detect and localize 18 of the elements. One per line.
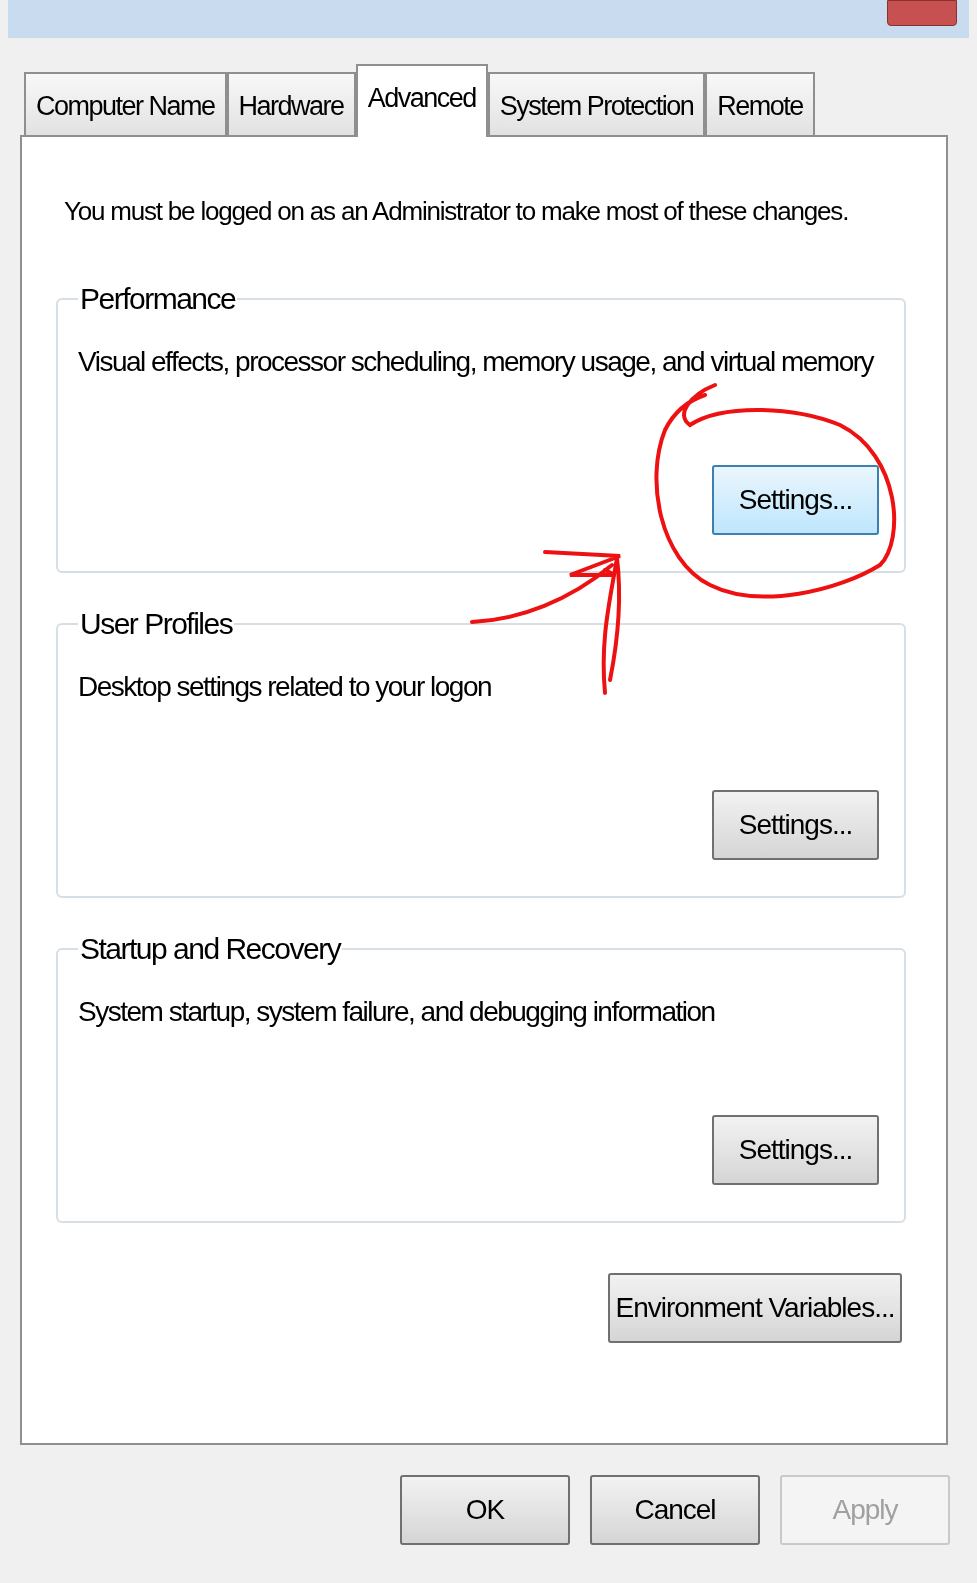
group-description: System startup, system failure, and debugging information	[78, 995, 716, 1029]
tab[interactable]: Remote	[705, 72, 815, 135]
tab[interactable]: Computer Name	[24, 72, 227, 135]
settings-button[interactable]: Settings...	[712, 1115, 879, 1185]
notice-text: You must be logged on as an Administrator to make most of these changes.	[64, 195, 850, 228]
group-title: User Profiles	[79, 606, 234, 642]
tab[interactable]: System Protection	[487, 72, 706, 135]
group-title: Performance	[79, 281, 237, 317]
tab[interactable]: Advanced	[355, 64, 488, 137]
group-description: Visual effects, processor scheduling, memory usage, and virtual memory	[78, 345, 875, 379]
dialog-button[interactable]: OK	[400, 1475, 570, 1545]
group-description: Desktop settings related to your logon	[78, 670, 493, 704]
group-title: Startup and Recovery	[79, 931, 342, 967]
tab[interactable]: Hardware	[226, 72, 356, 135]
dialog-button[interactable]: Cancel	[590, 1475, 760, 1545]
environment-variables-button[interactable]: Environment Variables...	[608, 1273, 902, 1343]
settings-button[interactable]: Settings...	[712, 790, 879, 860]
settings-button[interactable]: Settings...	[712, 465, 879, 535]
